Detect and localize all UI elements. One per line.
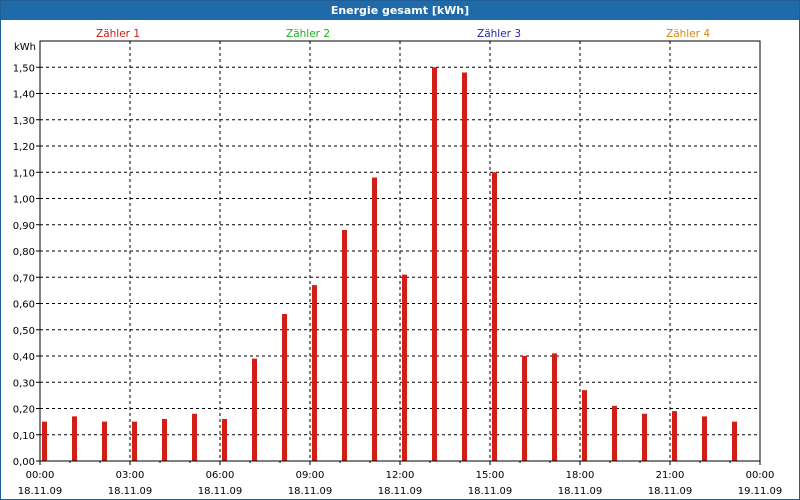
bar[interactable] [612,405,617,461]
y-tick-label: 0,60 [13,300,35,311]
y-tick-label: 0,80 [13,247,35,258]
y-tick-label: 1,30 [13,116,35,127]
y-tick-label: 0,40 [13,352,35,363]
bar[interactable] [462,72,467,462]
bar[interactable] [492,172,497,461]
bar[interactable] [72,416,77,461]
bar[interactable] [312,285,317,461]
y-tick-label: 1,10 [13,168,35,179]
bar[interactable] [702,416,707,461]
y-axis-ticks: 0,00 0,10 0,20 0,30 0,40 0,50 0,60 0,70 0,80 0,90… [13,63,40,468]
bar[interactable] [42,421,47,461]
bar[interactable] [222,419,227,461]
x-tick-time-label: 03:00 [116,470,145,481]
x-tick-date-label: 18.11.09 [558,486,603,497]
y-tick-label: 1,40 [13,90,35,101]
y-axis-label: kWh [14,42,36,53]
x-tick-date-label: 18.11.09 [378,486,423,497]
y-tick-label: 0,20 [13,405,35,416]
bar[interactable] [192,413,197,461]
bar[interactable] [402,274,407,461]
bar[interactable] [552,353,557,461]
bar[interactable] [102,421,107,461]
bar[interactable] [732,421,737,461]
y-tick-label: 0,30 [13,378,35,389]
bar[interactable] [522,356,527,461]
grid-lines [40,41,760,461]
x-tick-date-label: 18.11.09 [198,486,243,497]
y-tick-label: 0,50 [13,326,35,337]
x-tick-date-label: 18.11.09 [468,486,513,497]
bar[interactable] [162,419,167,461]
x-tick-date-label: 18.11.09 [18,486,63,497]
bar[interactable] [582,390,587,461]
x-tick-time-label: 21:00 [656,470,685,481]
bar[interactable] [372,177,377,462]
y-tick-label: 0,00 [13,457,35,468]
x-tick-time-label: 15:00 [476,470,505,481]
y-tick-label: 0,70 [13,273,35,284]
x-tick-date-label: 19.11.09 [738,486,783,497]
bar[interactable] [252,358,257,461]
bar-series [42,67,737,461]
energy-bar-chart: kWh 0,00 0,10 0,20 0,30 0,40 0,50 0,60 0,70 0,80… [13,40,783,497]
bar[interactable] [432,67,437,461]
bar[interactable] [132,421,137,461]
bar[interactable] [342,230,347,461]
x-tick-time-label: 12:00 [386,470,415,481]
bar[interactable] [672,411,677,461]
x-tick-date-label: 18.11.09 [648,486,693,497]
x-tick-time-label: 00:00 [26,470,55,481]
y-tick-label: 0,10 [13,431,35,442]
x-tick-time-label: 00:00 [746,470,775,481]
y-tick-label: 1,00 [13,195,35,206]
x-tick-time-label: 09:00 [296,470,325,481]
x-tick-time-label: 18:00 [566,470,595,481]
bar[interactable] [642,413,647,461]
x-tick-date-label: 18.11.09 [288,486,333,497]
y-tick-label: 1,20 [13,142,35,153]
y-tick-label: 0,90 [13,221,35,232]
y-tick-label: 1,50 [13,63,35,74]
bar[interactable] [282,314,287,461]
x-axis-ticks: 00:00 18.11.09 03:00 18.11.09 06:00 18.11.09 0… [18,461,783,497]
x-tick-date-label: 18.11.09 [108,486,153,497]
x-tick-time-label: 06:00 [206,470,235,481]
